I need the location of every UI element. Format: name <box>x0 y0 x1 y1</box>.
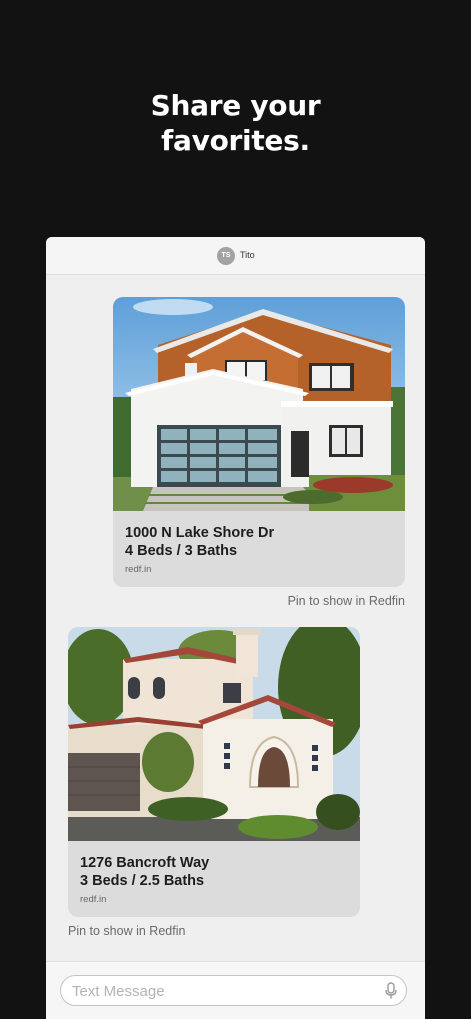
house-photo-1 <box>113 297 405 511</box>
text-message-placeholder: Text Message <box>72 983 165 1000</box>
headline: Share your favorites. <box>0 88 471 158</box>
link-domain: redf.in <box>80 894 107 905</box>
message-composer: Text Message <box>46 961 425 1019</box>
listing-address: 1276 Bancroft Way <box>80 855 210 871</box>
listing-address: 1000 N Lake Shore Dr <box>125 525 275 541</box>
link-domain: redf.in <box>125 564 152 575</box>
listing-beds-baths: 4 Beds / 3 Baths <box>125 543 238 559</box>
text-message-input[interactable]: Text Message <box>60 975 407 1006</box>
headline-line-2: favorites. <box>161 124 310 157</box>
microphone-icon[interactable] <box>384 982 398 1000</box>
listing-info-1[interactable]: 1000 N Lake Shore Dr 4 Beds / 3 Baths re… <box>113 511 405 587</box>
house-photo-2 <box>68 627 360 841</box>
contact-name[interactable]: Tito <box>240 250 255 260</box>
thread-header[interactable]: TS Tito <box>46 237 425 275</box>
headline-line-1: Share your <box>150 89 321 122</box>
listing-info-2[interactable]: 1276 Bancroft Way 3 Beds / 2.5 Baths red… <box>68 841 360 917</box>
listing-photo-2[interactable] <box>68 627 360 841</box>
avatar[interactable]: TS <box>217 247 235 265</box>
listing-card-1[interactable]: 1000 N Lake Shore Dr 4 Beds / 3 Baths re… <box>113 297 405 587</box>
messages-screen: TS Tito 1000 N Lake Shore Dr 4 Beds / 3 … <box>46 237 425 1019</box>
listing-beds-baths: 3 Beds / 2.5 Baths <box>80 873 205 889</box>
listing-photo-1[interactable] <box>113 297 405 511</box>
listing-card-2[interactable]: 1276 Bancroft Way 3 Beds / 2.5 Baths red… <box>68 627 360 917</box>
pin-to-show-link-2[interactable]: Pin to show in Redfin <box>68 924 185 938</box>
pin-to-show-link-1[interactable]: Pin to show in Redfin <box>288 594 405 608</box>
